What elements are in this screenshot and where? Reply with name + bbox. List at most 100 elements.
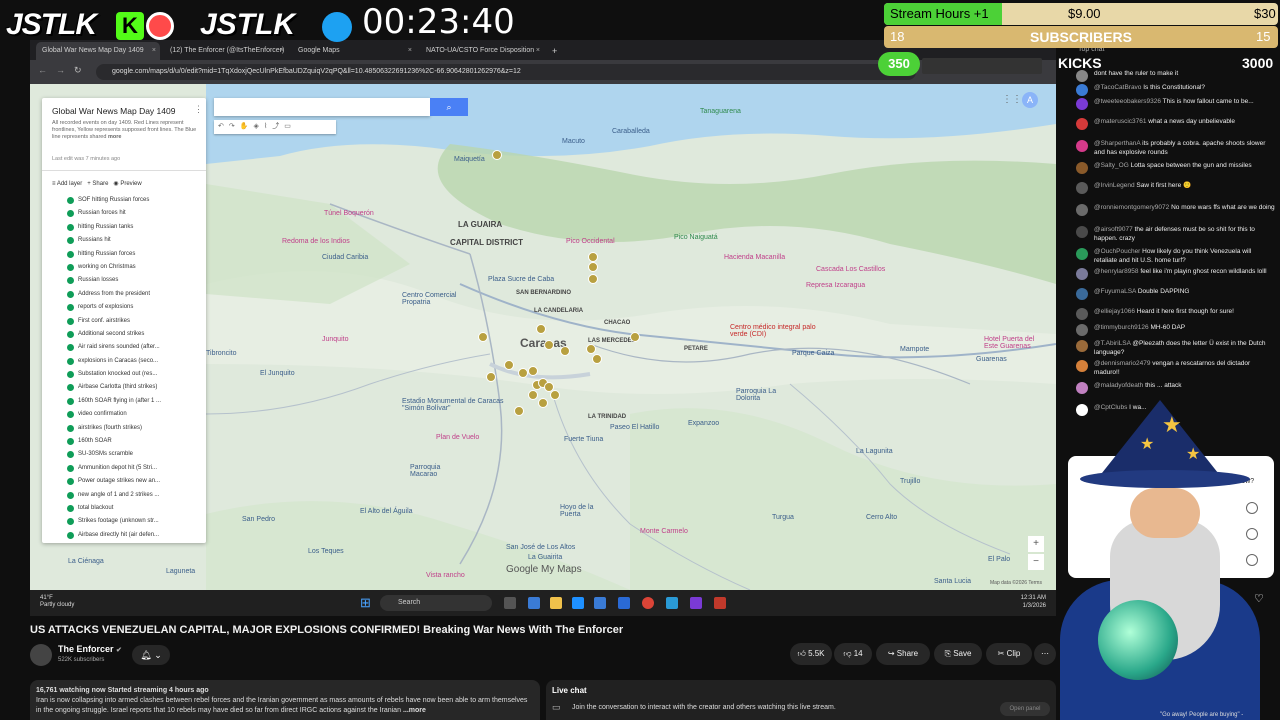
redo-icon[interactable]: ↷ [229, 123, 240, 130]
list-item[interactable]: Airbase Carlotta (third strikes) [42, 381, 206, 394]
list-item[interactable]: SU-30SMs scramble [42, 448, 206, 461]
list-item[interactable]: Address from the president [42, 288, 206, 301]
windows-start-icon[interactable]: ⊞ [360, 595, 371, 611]
more-link[interactable]: more [108, 134, 121, 140]
add-layer-button[interactable]: ≡ Add layer [52, 181, 82, 187]
event-marker[interactable] [528, 390, 538, 400]
taskbar-search[interactable]: Search [380, 595, 492, 611]
ruler-icon[interactable]: ▭ [284, 123, 296, 130]
username[interactable]: @timmyburch9126 [1094, 324, 1149, 331]
list-item[interactable]: video confirmation [42, 408, 206, 421]
list-item[interactable]: Substation knocked out (res... [42, 368, 206, 381]
username[interactable]: @ronniemontgomery9072 [1094, 204, 1169, 211]
app-icon[interactable] [666, 597, 678, 609]
heart-icon[interactable]: ♡ [1254, 592, 1264, 605]
user-avatar[interactable] [1076, 162, 1088, 174]
user-avatar[interactable] [1076, 204, 1088, 216]
zoom-in-button[interactable]: + [1028, 536, 1044, 552]
event-marker[interactable] [588, 252, 598, 262]
channel-avatar[interactable] [30, 644, 52, 666]
tab-nato[interactable]: NATO-UA/CSTO Force Disposition × [420, 42, 544, 60]
event-marker[interactable] [492, 150, 502, 160]
username[interactable]: @T.AbiriLSA [1094, 340, 1131, 347]
list-item[interactable]: 160th SOAR [42, 435, 206, 448]
user-avatar[interactable] [1076, 308, 1088, 320]
video-description[interactable]: 16,761 watching now Started streaming 4 … [30, 680, 540, 720]
list-item[interactable]: Air raid sirens sounded (after... [42, 341, 206, 354]
back-icon[interactable]: ← [38, 65, 47, 75]
event-marker[interactable] [504, 360, 514, 370]
close-icon[interactable]: × [408, 42, 412, 60]
list-item[interactable]: 160th SOAR flying in (after 1 ... [42, 395, 206, 408]
list-item[interactable]: explosions in Caracas (seco... [42, 355, 206, 368]
list-item[interactable]: Ammunition depot hit (5 Stri... [42, 462, 206, 475]
username[interactable]: @maladyofdeath [1094, 382, 1143, 389]
list-item[interactable]: Russians hit [42, 234, 206, 247]
mail-icon[interactable] [618, 597, 630, 609]
map-search-input[interactable] [214, 98, 430, 116]
list-item[interactable]: Russian losses [42, 274, 206, 287]
tab-war-map[interactable]: Global War News Map Day 1409 × [36, 42, 160, 60]
map-title[interactable]: Global War News Map Day 1409 [52, 106, 175, 116]
account-avatar[interactable]: A [1022, 92, 1038, 108]
user-avatar[interactable] [1076, 324, 1088, 336]
open-panel-button[interactable]: Open panel [1000, 702, 1050, 716]
notification-bell-button[interactable]: 🔔︎ ⌄ [132, 645, 170, 665]
more-actions-button[interactable]: ⋯ [1034, 643, 1056, 665]
username[interactable]: @dennismario2479 [1094, 360, 1150, 367]
share-button[interactable]: + Share [87, 181, 108, 187]
list-item[interactable]: Strikes footage (unknown str... [42, 515, 206, 528]
event-marker[interactable] [586, 344, 596, 354]
username[interactable]: @Salty_OG [1094, 162, 1129, 169]
save-button[interactable]: ⎘ Save [934, 643, 982, 665]
event-marker[interactable] [630, 332, 640, 342]
event-marker[interactable] [478, 332, 488, 342]
tab-google-maps[interactable]: Google Maps × [292, 42, 416, 60]
more-options-icon[interactable]: ⋮ [194, 104, 203, 115]
event-marker[interactable] [486, 372, 496, 382]
close-icon[interactable]: × [152, 42, 156, 60]
channel-name[interactable]: The Enforcer ✔ [58, 644, 122, 654]
user-avatar[interactable] [1076, 340, 1088, 352]
like-button[interactable]: 👍︎ 5.5K [790, 643, 832, 665]
dislike-button[interactable]: 👎︎ 14 [834, 643, 872, 665]
user-avatar[interactable] [1076, 182, 1088, 194]
close-icon[interactable]: × [536, 42, 540, 60]
user-avatar[interactable] [1076, 98, 1088, 110]
undo-icon[interactable]: ↶ [218, 123, 229, 130]
user-avatar[interactable] [1076, 268, 1088, 280]
user-avatar[interactable] [1076, 84, 1088, 96]
list-item[interactable]: working on Christmas [42, 261, 206, 274]
username[interactable]: @henrylar8958 [1094, 268, 1139, 275]
user-avatar[interactable] [1076, 288, 1088, 300]
marker-icon[interactable]: ◈ [253, 123, 263, 130]
event-marker[interactable] [538, 398, 548, 408]
user-avatar[interactable] [1076, 118, 1088, 130]
event-marker[interactable] [588, 274, 598, 284]
event-marker[interactable] [544, 340, 554, 350]
list-item[interactable]: Power outage strikes new an... [42, 475, 206, 488]
user-avatar[interactable] [1076, 248, 1088, 260]
list-item[interactable]: SOF hitting Russian forces [42, 194, 206, 207]
user-avatar[interactable] [1076, 140, 1088, 152]
system-clock[interactable]: 12:31 AM 1/3/2026 [1021, 594, 1046, 610]
clip-button[interactable]: ✂ Clip [986, 643, 1032, 665]
chrome-icon[interactable] [642, 597, 654, 609]
task-view-icon[interactable] [504, 597, 516, 609]
weather-widget[interactable]: 41°F Partly cloudy [40, 595, 74, 609]
close-icon[interactable]: × [280, 42, 284, 60]
username[interactable]: @OuchPoucher [1094, 248, 1140, 255]
new-tab-button[interactable]: + [546, 42, 560, 60]
event-marker[interactable] [550, 390, 560, 400]
list-item[interactable]: hitting Russian tanks [42, 221, 206, 234]
poll-option-radio[interactable] [1246, 528, 1258, 540]
share-button[interactable]: ↪ Share [876, 643, 930, 665]
event-marker[interactable] [528, 366, 538, 376]
username[interactable]: @materuscic3761 [1094, 118, 1146, 125]
user-avatar[interactable] [1076, 226, 1088, 238]
reload-icon[interactable]: ↻ [74, 65, 82, 76]
list-item[interactable]: Russian forces hit [42, 207, 206, 220]
hand-icon[interactable]: ✋ [240, 123, 254, 130]
forward-icon[interactable]: → [56, 65, 65, 75]
event-marker[interactable] [536, 324, 546, 334]
